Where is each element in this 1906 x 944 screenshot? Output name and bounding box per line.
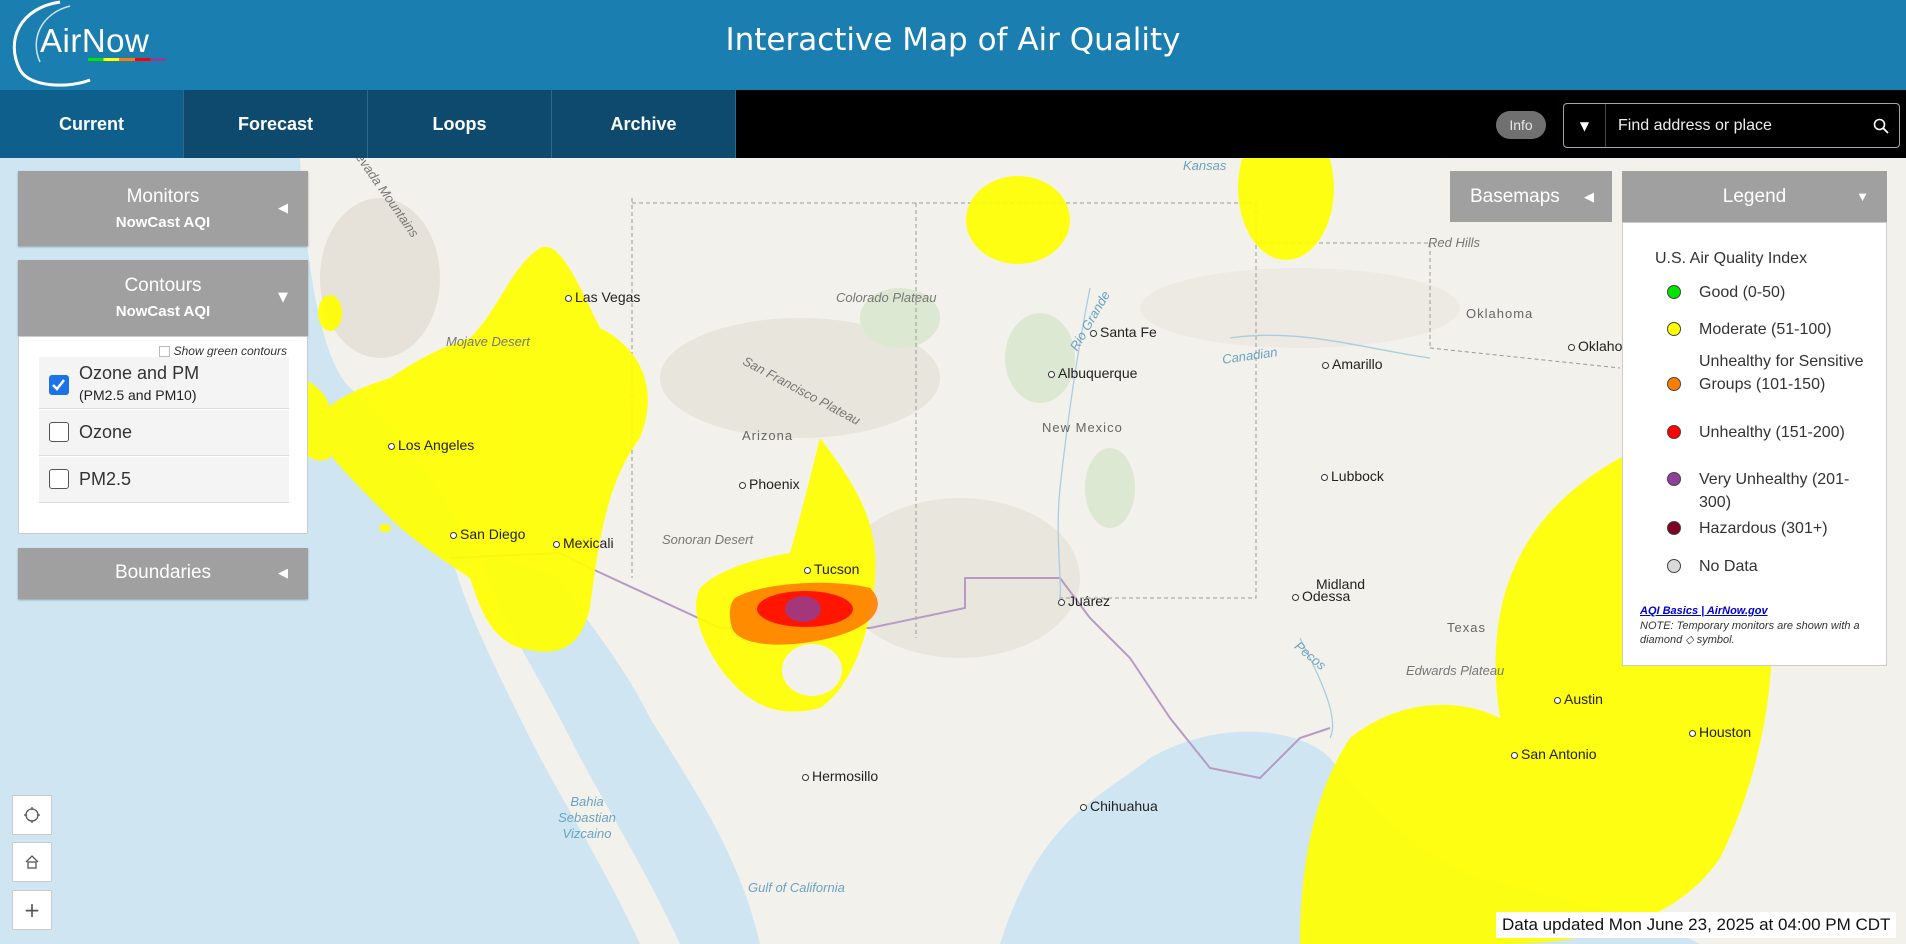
search-source-dropdown[interactable]: ▼: [1564, 104, 1606, 147]
region-label: Sonoran Desert: [662, 532, 754, 547]
city-label: San Antonio: [1511, 746, 1597, 762]
city-label: Tucson: [804, 561, 859, 577]
contours-subtitle: NowCast AQI: [115, 303, 211, 320]
plus-icon: +: [23, 898, 41, 922]
city-label: Chihuahua: [1080, 798, 1158, 814]
home-button[interactable]: [12, 842, 52, 882]
aqi-dot-icon: [1667, 521, 1681, 535]
aqi-dot-icon: [1667, 285, 1681, 299]
region-label: Edwards Plateau: [1406, 663, 1505, 678]
city-label: Mexicali: [553, 535, 614, 551]
expand-down-icon: ▼: [278, 290, 288, 305]
tab-forecast[interactable]: Forecast: [184, 90, 368, 158]
basemaps-button[interactable]: Basemaps ◀: [1450, 171, 1612, 222]
region-label: Colorado Plateau: [836, 290, 937, 305]
checkbox-icon: [158, 346, 170, 358]
info-button[interactable]: Info: [1496, 111, 1546, 139]
tab-loops[interactable]: Loops: [368, 90, 552, 158]
aqi-dot-icon: [1667, 472, 1681, 486]
contours-panel-body: Show green contours Ozone and PM (PM2.5 …: [18, 336, 308, 534]
city-label: Phoenix: [739, 476, 800, 492]
city-label: Lubbock: [1321, 468, 1384, 484]
legend-note: NOTE: Temporary monitors are shown with …: [1640, 620, 1860, 646]
page-title: Interactive Map of Air Quality: [725, 22, 1181, 58]
city-label: Odessa: [1292, 588, 1350, 604]
region-label: Arizona: [742, 428, 794, 443]
city-label: Houston: [1689, 724, 1751, 740]
city-label: Hermosillo: [802, 768, 878, 784]
tab-archive[interactable]: Archive: [552, 90, 736, 158]
city-label: Santa Fe: [1090, 324, 1157, 340]
city-label: Juárez: [1058, 593, 1110, 609]
checkbox-icon[interactable]: [49, 469, 69, 489]
city-label: Los Angeles: [388, 437, 474, 453]
aqi-dot-icon: [1667, 377, 1681, 391]
legend-panel: U.S. Air Quality Index Good (0-50) Moder…: [1622, 222, 1887, 666]
city-label: Las Vegas: [565, 289, 640, 305]
search-input[interactable]: [1606, 104, 1860, 147]
locate-button[interactable]: [12, 795, 52, 835]
city-label: Amarillo: [1322, 356, 1383, 372]
locate-crosshair-icon: [24, 807, 40, 823]
region-label: Oklahoma: [1466, 306, 1534, 321]
option-ozone[interactable]: Ozone: [39, 410, 289, 456]
zoom-in-button[interactable]: +: [12, 890, 52, 930]
monitors-title: Monitors: [126, 186, 200, 207]
water-label: Bahia Sebastian Vizcaino: [558, 794, 616, 841]
search-box: ▼: [1563, 103, 1900, 148]
monitors-subtitle: NowCast AQI: [115, 214, 211, 231]
region-label: New Mexico: [1042, 420, 1123, 435]
region-label: Texas: [1447, 620, 1486, 635]
aqi-basics-link[interactable]: AQI Basics | AirNow.gov: [1640, 605, 1768, 617]
city-label: San Diego: [450, 526, 525, 542]
monitors-panel-header[interactable]: Monitors NowCast AQI ◀: [18, 171, 308, 246]
checkbox-icon[interactable]: [49, 422, 69, 442]
contours-title: Contours: [124, 275, 202, 296]
water-label: Kansas: [1183, 158, 1227, 173]
expand-down-icon: ▼: [1856, 189, 1869, 204]
home-icon: [25, 855, 39, 869]
chevron-down-icon: ▼: [1579, 118, 1590, 133]
search-button[interactable]: [1860, 104, 1899, 147]
boundaries-title: Boundaries: [114, 562, 212, 583]
data-updated-status: Data updated Mon June 23, 2025 at 04:00 …: [1496, 912, 1897, 938]
boundaries-panel-header[interactable]: Boundaries ◀: [18, 548, 308, 599]
region-label: Mojave Desert: [446, 334, 530, 349]
city-label: Austin: [1554, 691, 1603, 707]
aqi-dot-icon: [1667, 559, 1681, 573]
contours-panel-header[interactable]: Contours NowCast AQI ▼: [18, 260, 308, 336]
aqi-dot-icon: [1667, 425, 1681, 439]
city-label: Oklaho: [1568, 338, 1622, 354]
search-icon: [1873, 118, 1889, 134]
option-pm25[interactable]: PM2.5: [39, 457, 289, 503]
region-label: Red Hills: [1428, 235, 1481, 250]
tab-current[interactable]: Current: [0, 90, 184, 158]
collapse-left-icon: ◀: [1584, 188, 1594, 204]
collapse-left-icon: ◀: [278, 566, 288, 581]
legend-header[interactable]: Legend ▼: [1622, 171, 1887, 222]
water-label: Gulf of California: [748, 880, 845, 895]
collapse-left-icon: ◀: [278, 201, 288, 216]
legend-title: U.S. Air Quality Index: [1655, 250, 1808, 267]
aqi-dot-icon: [1667, 322, 1681, 336]
show-green-toggle[interactable]: Show green contours: [158, 344, 287, 358]
logo-aqi-bar: [88, 58, 166, 61]
city-label: Albuquerque: [1048, 365, 1137, 381]
option-ozone-and-pm[interactable]: Ozone and PM (PM2.5 and PM10): [39, 357, 289, 409]
app-header: AirNow Interactive Map of Air Quality: [0, 0, 1906, 90]
checkbox-checked-icon[interactable]: [49, 375, 69, 395]
